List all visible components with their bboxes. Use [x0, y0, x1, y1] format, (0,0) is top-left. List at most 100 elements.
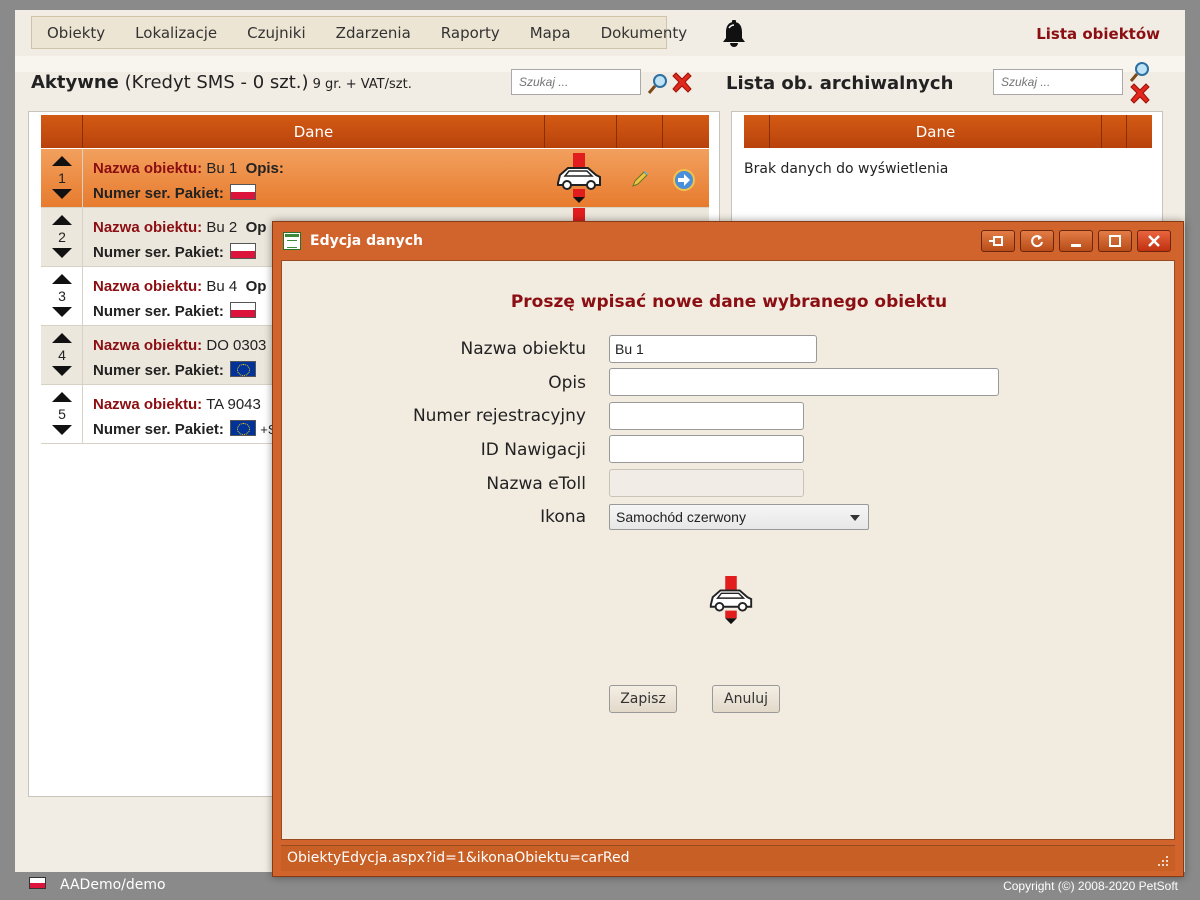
move-up-icon[interactable] [52, 215, 72, 225]
menu-zdarzenia[interactable]: Zdarzenia [321, 24, 426, 42]
cancel-button[interactable]: Anuluj [712, 685, 780, 713]
header-dane[interactable]: Dane [83, 115, 545, 148]
dialog-titlebar[interactable]: Edycja danych [283, 232, 423, 250]
object-name: DO 0303 [202, 337, 267, 354]
etoll-input [609, 469, 804, 497]
move-down-icon[interactable] [52, 189, 72, 199]
bell-icon[interactable] [718, 18, 750, 50]
copyright: Copyright (©) 2008-2020 PetSoft [1003, 879, 1178, 893]
form-icon [283, 232, 301, 250]
menu-czujniki[interactable]: Czujniki [232, 24, 321, 42]
row-number: 4 [58, 347, 66, 363]
row-number: 3 [58, 288, 66, 304]
table-row[interactable]: 1 Nazwa obiektu: Bu 1 Opis: Numer ser. P… [41, 149, 709, 208]
archive-table-header: Dane [744, 115, 1152, 148]
row-serial-line: Numer ser. Pakiet: +S [93, 420, 277, 438]
dialog-title: Edycja danych [310, 233, 423, 249]
move-down-icon[interactable] [52, 307, 72, 317]
name-label: Nazwa obiektu: [93, 219, 203, 236]
header-archive-col [663, 115, 709, 148]
move-up-icon[interactable] [52, 392, 72, 402]
move-up-icon[interactable] [52, 333, 72, 343]
archive-search-icon[interactable] [1129, 61, 1151, 83]
car-red-icon [709, 576, 753, 625]
reload-icon [1031, 235, 1043, 248]
active-list-title: Aktywne (Kredyt SMS - 0 szt.) 9 gr. + VA… [31, 72, 412, 93]
opis-label: Op [245, 219, 267, 236]
opis-input[interactable] [609, 368, 999, 396]
row-name-line: Nazwa obiektu: TA 9043 [93, 396, 261, 413]
car-red-icon [573, 208, 585, 222]
active-title-bold: Aktywne [31, 72, 119, 93]
rej-input[interactable] [609, 402, 804, 430]
pin-icon [989, 236, 1003, 246]
header-icon-col [545, 115, 617, 148]
header-dane[interactable]: Dane [770, 115, 1102, 148]
row-order: 1 [41, 149, 83, 207]
car-red-icon [557, 153, 601, 203]
serial-label: Numer ser. Pakiet: [93, 303, 224, 320]
move-up-icon[interactable] [52, 156, 72, 166]
ikona-selected: Samochód czerwony [616, 509, 746, 525]
serial-label: Numer ser. Pakiet: [93, 244, 224, 261]
dialog-body: Proszę wpisać nowe dane wybranego obiekt… [281, 260, 1175, 840]
serial-label: Numer ser. Pakiet: [93, 421, 224, 438]
nav-input[interactable] [609, 435, 804, 463]
header-order-col [744, 115, 770, 148]
archive-search-input[interactable] [993, 69, 1123, 95]
reload-button[interactable] [1020, 230, 1054, 252]
save-button[interactable]: Zapisz [609, 685, 677, 713]
opis-label: Opis: [245, 160, 284, 177]
edit-pencil-icon[interactable] [630, 169, 650, 189]
menu-obiekty[interactable]: Obiekty [32, 24, 120, 42]
row-name-line: Nazwa obiektu: DO 0303 [93, 337, 266, 354]
nazwa-input[interactable] [609, 335, 817, 363]
row-serial-line: Numer ser. Pakiet: [93, 361, 257, 379]
archive-arrow-icon[interactable] [672, 168, 696, 192]
move-down-icon[interactable] [52, 248, 72, 258]
row-number: 5 [58, 406, 66, 422]
row-order: 5 [41, 385, 83, 443]
close-button[interactable] [1137, 230, 1171, 252]
move-up-icon[interactable] [52, 274, 72, 284]
edit-dialog: Edycja danych Proszę wpisać nowe dane wy… [272, 221, 1184, 877]
chevron-down-icon [850, 515, 860, 521]
active-title-price: 9 gr. + VAT/szt. [308, 77, 412, 92]
object-name: Bu 4 [202, 278, 238, 295]
page-title: Lista obiektów [1036, 25, 1160, 43]
ikona-select[interactable]: Samochód czerwony [609, 504, 869, 530]
etoll-label: Nazwa eToll [486, 474, 586, 494]
active-search-input[interactable] [511, 69, 641, 95]
rej-label: Numer rejestracyjny [412, 406, 586, 426]
search-icon[interactable] [647, 73, 669, 95]
maximize-button[interactable] [1098, 230, 1132, 252]
poland-flag-icon[interactable] [29, 877, 46, 889]
poland-flag-icon [230, 243, 257, 259]
row-number: 1 [58, 170, 66, 186]
move-down-icon[interactable] [52, 425, 72, 435]
row-serial-line: Numer ser. Pakiet: [93, 302, 257, 320]
header-edit-col [617, 115, 663, 148]
menu-mapa[interactable]: Mapa [515, 24, 586, 42]
clear-search-icon[interactable] [670, 71, 694, 95]
header-icon-col [1102, 115, 1127, 148]
name-label: Nazwa obiektu: [93, 160, 203, 177]
menu-raporty[interactable]: Raporty [426, 24, 515, 42]
name-label: Nazwa obiektu: [93, 337, 203, 354]
object-name: Bu 2 [202, 219, 238, 236]
status-url: ObiektyEdycja.aspx?id=1&ikonaObiektu=car… [287, 850, 630, 866]
header-action-col [1127, 115, 1152, 148]
resize-grip-icon[interactable] [1157, 855, 1169, 867]
archive-clear-icon[interactable] [1128, 82, 1152, 106]
row-name-line: Nazwa obiektu: Bu 4 Op [93, 278, 266, 295]
maximize-icon [1109, 235, 1121, 247]
row-name-line: Nazwa obiektu: Bu 1 Opis: [93, 160, 284, 177]
menu-lokalizacje[interactable]: Lokalizacje [120, 24, 232, 42]
nav-label: ID Nawigacji [480, 440, 586, 460]
pin-button[interactable] [981, 230, 1015, 252]
menu-dokumenty[interactable]: Dokumenty [586, 24, 703, 42]
row-order: 3 [41, 267, 83, 325]
minimize-button[interactable] [1059, 230, 1093, 252]
empty-message: Brak danych do wyświetlenia [744, 161, 949, 177]
move-down-icon[interactable] [52, 366, 72, 376]
